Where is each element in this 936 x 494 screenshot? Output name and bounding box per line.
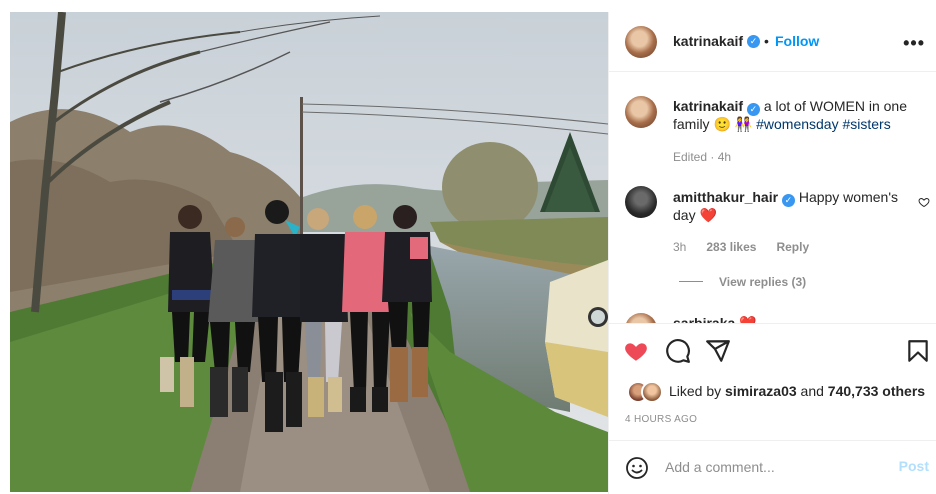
comment-reply-button[interactable]: Reply (776, 240, 809, 254)
comment-username[interactable]: amitthakur_hair (673, 189, 778, 205)
post-side-panel: katrinakaif ✓ • Follow ••• katrinakaif ✓… (608, 12, 936, 494)
share-icon (706, 340, 730, 362)
caption-username[interactable]: katrinakaif (673, 98, 743, 114)
caption-meta: Edited · 4h (673, 150, 732, 164)
caption-text: katrinakaif ✓ a lot of WOMEN in one fami… (673, 97, 923, 133)
comment-text: amitthakur_hair ✓ Happy women's day ❤️ (673, 188, 903, 224)
comment-avatar[interactable] (625, 186, 657, 218)
likes-count[interactable]: 740,733 others (828, 383, 925, 399)
avatar[interactable] (625, 26, 657, 58)
likes-middle: and (800, 383, 824, 399)
likes-prefix: Liked by (669, 383, 722, 399)
share-button[interactable] (705, 338, 731, 364)
separator-dot: • (764, 33, 769, 49)
comment-body: ❤️ (739, 315, 757, 323)
comment-text: sarbiraka ❤️ (673, 314, 903, 323)
post-comment-button[interactable]: Post (899, 458, 929, 474)
save-button[interactable] (905, 338, 931, 364)
comment-avatar[interactable] (625, 313, 657, 323)
photo-canvas (10, 12, 608, 492)
emoji-icon[interactable] (625, 456, 649, 480)
comment-time: 3h (673, 240, 687, 254)
post-actions: Liked by simiraza03 and 740,733 others 4… (609, 323, 936, 451)
verified-badge-icon: ✓ (747, 35, 760, 48)
post-photo[interactable] (10, 12, 608, 492)
liker-avatar[interactable] (641, 381, 663, 403)
comment-input[interactable] (665, 455, 885, 479)
post-timestamp[interactable]: 4 HOURS AGO (625, 414, 697, 425)
comment-like-heart-icon[interactable] (918, 196, 930, 208)
comment-meta: 3h 283 likes Reply (673, 240, 809, 254)
instagram-post: katrinakaif ✓ • Follow ••• katrinakaif ✓… (0, 0, 936, 494)
more-options-icon[interactable]: ••• (903, 33, 925, 54)
comment-button[interactable] (665, 338, 691, 364)
bookmark-icon (908, 340, 928, 362)
likes-summary: Liked by simiraza03 and 740,733 others (669, 383, 925, 399)
author-username[interactable]: katrinakaif (673, 33, 743, 49)
like-button[interactable] (623, 338, 649, 364)
heart-icon (625, 343, 647, 361)
caption-hashtags[interactable]: #womensday #sisters (756, 116, 891, 132)
verified-badge-icon: ✓ (746, 103, 760, 116)
post-header: katrinakaif ✓ • Follow ••• (609, 12, 936, 72)
follow-button[interactable]: Follow (775, 33, 819, 49)
caption-avatar[interactable] (625, 96, 657, 128)
replies-divider (679, 281, 703, 282)
comment-icon (666, 339, 690, 363)
comment-username[interactable]: sarbiraka (673, 315, 735, 323)
likes-user[interactable]: simiraza03 (725, 383, 797, 399)
comments-list: katrinakaif ✓ a lot of WOMEN in one fami… (609, 73, 936, 323)
comment-composer: Post (609, 440, 936, 494)
comment-likes[interactable]: 283 likes (706, 240, 756, 254)
verified-badge-icon: ✓ (781, 194, 795, 207)
view-replies-button[interactable]: View replies (3) (719, 275, 806, 289)
